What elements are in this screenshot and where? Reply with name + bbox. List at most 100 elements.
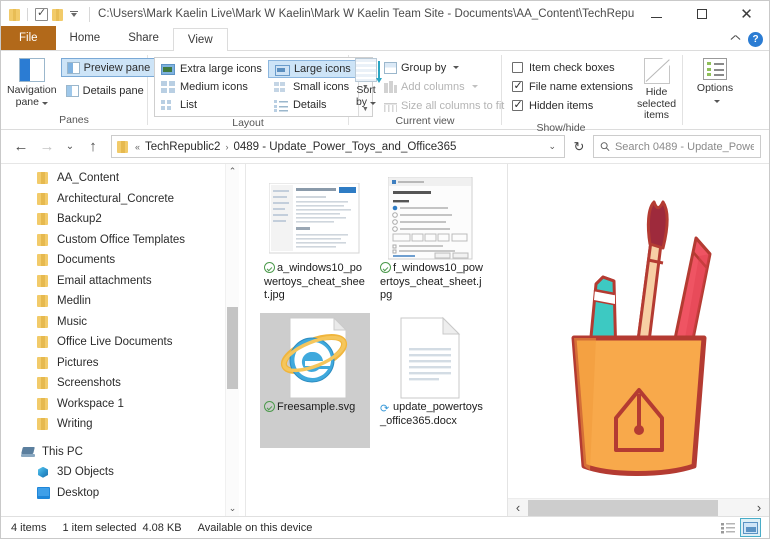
sidebar-item-label: Screenshots [57, 377, 121, 390]
docx-document-icon [400, 316, 461, 399]
sidebar-item-office-live-documents[interactable]: Office Live Documents [1, 332, 245, 353]
sort-by-button[interactable]: Sort by [355, 54, 382, 115]
preview-pane-button[interactable]: Preview pane [60, 58, 157, 77]
address-field[interactable]: « TechRepublic2 › 0489 - Update_Power_To… [111, 135, 565, 158]
breadcrumb-techrepublic2[interactable]: TechRepublic2 [145, 141, 220, 153]
folder-icon [37, 377, 50, 390]
layout-gallery-column-1: Extra large icons Medium icons List [155, 58, 268, 116]
hidden-items-option[interactable]: Hidden items [508, 96, 637, 115]
tab-file[interactable]: File [1, 26, 56, 50]
sidebar-item-backup2[interactable]: Backup2 [1, 209, 245, 230]
medium-icons-icon [161, 80, 175, 94]
layout-item-label: Extra large icons [180, 63, 262, 75]
scrollbar-track[interactable] [226, 179, 239, 501]
sidebar-item-music[interactable]: Music [1, 312, 245, 333]
folder-icon [37, 397, 50, 410]
search-box[interactable]: Search 0489 - Update_Power... [593, 135, 761, 158]
large-icons-view-button[interactable] [740, 518, 761, 537]
layout-list[interactable]: List [155, 96, 268, 114]
close-button[interactable]: ✕ [724, 1, 769, 27]
minimize-button[interactable] [634, 1, 679, 27]
list-item[interactable]: f_windows10_powertoys_cheat_sheet.jpg [376, 174, 486, 309]
address-dropdown-icon[interactable]: ⌄ [548, 141, 560, 152]
folder-icon[interactable] [9, 8, 20, 21]
status-bar: 4 items 1 item selected 4.08 KB Availabl… [1, 516, 769, 538]
preview-horizontal-scrollbar[interactable]: ‹ › [508, 498, 769, 516]
sidebar-item-custom-office-templates[interactable]: Custom Office Templates [1, 230, 245, 251]
sidebar-item-3d-objects[interactable]: 3D Objects [1, 462, 245, 483]
back-button[interactable]: ← [9, 135, 33, 159]
layout-details[interactable]: Details [268, 96, 358, 114]
item-check-boxes-option[interactable]: Item check boxes [508, 58, 637, 77]
view-mode-buttons [717, 518, 769, 537]
hide-selected-label-line1: Hide selected [636, 86, 677, 110]
forward-button[interactable]: → [35, 135, 59, 159]
options-button[interactable]: Options [689, 54, 741, 114]
sidebar-item-documents[interactable]: Documents [1, 250, 245, 271]
sidebar-item-aa-content[interactable]: AA_Content [1, 168, 245, 189]
sidebar-item-desktop[interactable]: Desktop [1, 483, 245, 504]
list-item[interactable]: a_windows10_powertoys_cheat_sheet.jpg [260, 174, 370, 309]
scrollbar-thumb[interactable] [528, 499, 718, 516]
sidebar-item-email-attachments[interactable]: Email attachments [1, 271, 245, 292]
sidebar-item-workspace-1[interactable]: Workspace 1 [1, 394, 245, 415]
navigation-pane-scrollbar[interactable]: ⌃ ⌄ [225, 164, 239, 516]
sidebar-item-label: Custom Office Templates [57, 233, 186, 246]
layout-extra-large-icons[interactable]: Extra large icons [155, 60, 268, 78]
scroll-up-icon[interactable]: ⌃ [226, 164, 239, 179]
chevron-up-icon[interactable] [731, 35, 740, 44]
breadcrumb-current-folder[interactable]: 0489 - Update_Power_Toys_and_Office365 [233, 141, 456, 153]
file-name-text: update_powertoys_office365.docx [380, 401, 483, 427]
available-check-icon [264, 401, 275, 412]
properties-checkbox-icon[interactable] [35, 6, 48, 21]
navigation-pane-button[interactable]: Navigation pane [7, 54, 57, 114]
sidebar-item-label: Email attachments [57, 274, 152, 287]
layout-small-icons[interactable]: Small icons [268, 78, 358, 96]
this-pc-icon [21, 446, 35, 458]
list-item[interactable]: Freesample.svg [260, 313, 370, 448]
options-label: Options [696, 82, 734, 94]
details-pane-button[interactable]: Details pane [61, 81, 157, 100]
sidebar-item-pictures[interactable]: Pictures [1, 353, 245, 374]
hide-selected-items-icon [643, 58, 670, 84]
tab-view[interactable]: View [172, 28, 228, 51]
help-icon[interactable]: ? [748, 32, 763, 47]
scrollbar-thumb[interactable] [227, 307, 238, 389]
sidebar-item-architectural-concrete[interactable]: Architectural_Concrete [1, 189, 245, 210]
search-input[interactable]: Search 0489 - Update_Power... [615, 141, 754, 153]
scroll-right-icon[interactable]: › [749, 500, 769, 515]
chevron-down-icon [471, 85, 478, 88]
folder-icon [37, 213, 50, 226]
selection-count: 1 item selected [62, 521, 137, 534]
tab-share[interactable]: Share [114, 26, 173, 50]
item-check-boxes-checkbox[interactable] [512, 62, 523, 73]
maximize-button[interactable] [679, 1, 724, 27]
file-name-extensions-checkbox[interactable] [512, 79, 523, 93]
breadcrumb-separator-icon[interactable]: › [225, 142, 228, 152]
list-item[interactable]: ⟳ update_powertoys_office365.docx [376, 313, 486, 448]
file-name-extensions-option[interactable]: File name extensions [508, 77, 637, 96]
tab-home[interactable]: Home [56, 26, 115, 50]
up-button[interactable]: ↑ [81, 135, 105, 159]
navigation-pane-icon [18, 58, 45, 82]
sidebar-item-this-pc[interactable]: This PC [1, 442, 245, 463]
sidebar-item-writing[interactable]: Writing [1, 414, 245, 435]
list-icon [161, 98, 175, 112]
scroll-down-icon[interactable]: ⌄ [226, 501, 239, 516]
customize-quick-access-dropdown-icon[interactable] [67, 7, 81, 21]
hide-selected-items-button[interactable]: Hide selected items [637, 54, 676, 122]
jpg-thumbnail-icon [388, 177, 473, 260]
sidebar-item-medlin[interactable]: Medlin [1, 291, 245, 312]
hidden-items-checkbox[interactable] [512, 98, 523, 112]
layout-large-icons[interactable]: Large icons [267, 60, 358, 78]
refresh-button[interactable]: ↻ [567, 135, 591, 158]
scroll-left-icon[interactable]: ‹ [508, 500, 528, 515]
sidebar-item-screenshots[interactable]: Screenshots [1, 373, 245, 394]
recent-locations-button[interactable]: ⌄ [61, 135, 79, 159]
new-folder-icon[interactable] [52, 8, 63, 21]
details-view-button[interactable] [717, 518, 738, 537]
scrollbar-track[interactable] [528, 498, 749, 516]
breadcrumb-overflow-icon[interactable]: « [135, 142, 140, 152]
layout-medium-icons[interactable]: Medium icons [155, 78, 268, 96]
group-by-button[interactable]: Group by [379, 58, 509, 77]
